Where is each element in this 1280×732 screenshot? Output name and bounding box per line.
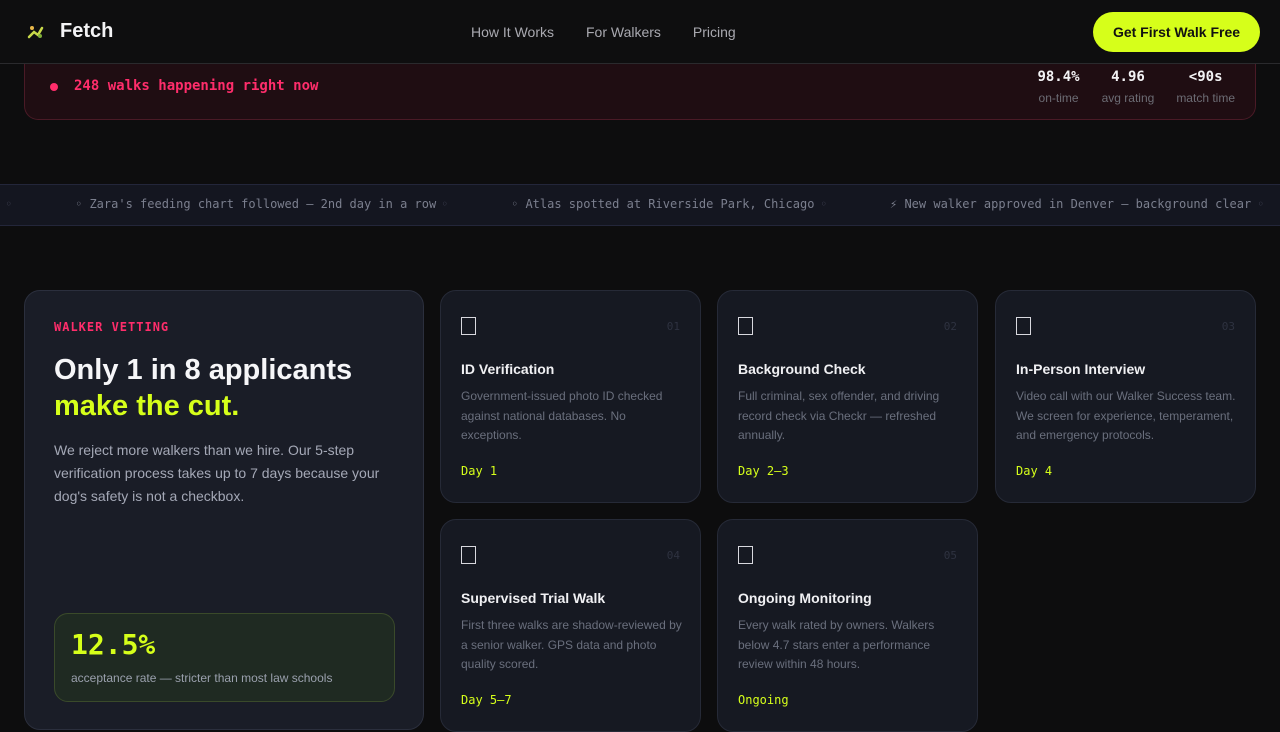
acceptance-rate-label: acceptance rate — stricter than most law…: [71, 671, 333, 685]
step-day: Day 1: [461, 464, 498, 478]
step-description: Every walk rated by owners. Walkers belo…: [738, 618, 935, 671]
step-card-background-check: 02 Background Check Full criminal, sex o…: [717, 290, 978, 503]
nav-link-pricing[interactable]: Pricing: [693, 24, 736, 40]
activity-ticker: ◦ ◦ Zara's feeding chart followed — 2nd …: [0, 184, 1280, 226]
stat-value: 4.96: [1111, 69, 1145, 85]
step-description: Full criminal, sex offender, and driving…: [738, 389, 940, 442]
step-card-ongoing-monitoring: 05 Ongoing Monitoring Every walk rated b…: [717, 519, 978, 732]
step-title: In-Person Interview: [1016, 361, 1146, 377]
stat-avg-rating: 4.96 avg rating: [1102, 69, 1155, 105]
walker-vetting-card: WALKER VETTING Only 1 in 8 applicants ma…: [24, 290, 424, 730]
ticker-separator: ◦: [441, 197, 449, 211]
stat-value: <90s: [1188, 69, 1223, 85]
ticker-item: ⚡ New walker approved in Denver — backgr…: [890, 197, 1252, 211]
step-description: First three walks are shadow-reviewed by…: [461, 618, 682, 671]
step-description: Video call with our Walker Success team.…: [1016, 389, 1236, 442]
step-number: 02: [943, 320, 957, 333]
step-number: 04: [666, 549, 680, 562]
step-title: Ongoing Monitoring: [738, 590, 872, 606]
step-number: 05: [943, 549, 957, 562]
get-first-walk-button[interactable]: Get First Walk Free: [1093, 12, 1260, 52]
ticker-item: ◦ Atlas spotted at Riverside Park, Chica…: [511, 197, 815, 211]
step-title: Supervised Trial Walk: [461, 590, 606, 606]
stat-value: 98.4%: [1037, 69, 1080, 85]
stat-label: match time: [1176, 91, 1235, 105]
stat-on-time: 98.4% on-time: [1037, 69, 1079, 105]
section-description: We reject more walkers than we hire. Our…: [54, 442, 380, 504]
section-headline: Only 1 in 8 applicants make the cut.: [54, 352, 414, 424]
step-card-in-person-interview: 03 In-Person Interview Video call with o…: [995, 290, 1256, 503]
headline-text: Only 1 in 8 applicants: [54, 354, 353, 386]
ticker-separator: ◦: [5, 197, 13, 211]
step-description: Government-issued photo ID checked again…: [461, 389, 663, 442]
step-title: Background Check: [738, 361, 866, 377]
step-day: Day 4: [1016, 464, 1053, 478]
step-title: ID Verification: [461, 361, 555, 377]
ticker-item: ◦ Zara's feeding chart followed — 2nd da…: [75, 197, 437, 211]
step-day: Day 5–7: [461, 693, 512, 707]
stat-label: on-time: [1038, 91, 1079, 105]
step-icon: [738, 546, 753, 564]
brand[interactable]: Fetch: [26, 20, 113, 43]
nav-links: How It Works For Walkers Pricing: [471, 24, 736, 40]
ticker-separator: ◦: [820, 197, 828, 211]
live-stats: 98.4% on-time 4.96 avg rating <90s match…: [1015, 69, 1235, 105]
step-card-id-verification: 01 ID Verification Government-issued pho…: [440, 290, 701, 503]
step-icon: [461, 546, 476, 564]
headline-accent: make the cut.: [54, 390, 240, 422]
brand-name: Fetch: [60, 20, 114, 42]
step-icon: [461, 317, 476, 335]
step-number: 01: [666, 320, 680, 333]
section-eyebrow: WALKER VETTING: [54, 320, 170, 334]
step-icon: [1016, 317, 1031, 335]
live-indicator-dot: [50, 83, 58, 91]
live-activity-bar: 248 walks happening right now 98.4% on-t…: [24, 64, 1256, 120]
dog-paw-icon: [26, 22, 46, 42]
acceptance-rate-value: 12.5%: [71, 628, 156, 661]
step-icon: [738, 317, 753, 335]
nav-link-how-it-works[interactable]: How It Works: [471, 24, 554, 40]
step-number: 03: [1221, 320, 1235, 333]
live-walks-text: 248 walks happening right now: [74, 78, 319, 94]
step-day: Ongoing: [738, 693, 789, 707]
step-day: Day 2–3: [738, 464, 789, 478]
stat-match-time: <90s match time: [1176, 69, 1235, 105]
step-card-supervised-trial-walk: 04 Supervised Trial Walk First three wal…: [440, 519, 701, 732]
ticker-separator: ◦: [1257, 197, 1265, 211]
stat-label: avg rating: [1101, 91, 1155, 105]
top-nav: Fetch How It Works For Walkers Pricing G…: [0, 0, 1280, 64]
nav-link-for-walkers[interactable]: For Walkers: [586, 24, 661, 40]
acceptance-rate-box: 12.5% acceptance rate — stricter than mo…: [54, 613, 395, 702]
